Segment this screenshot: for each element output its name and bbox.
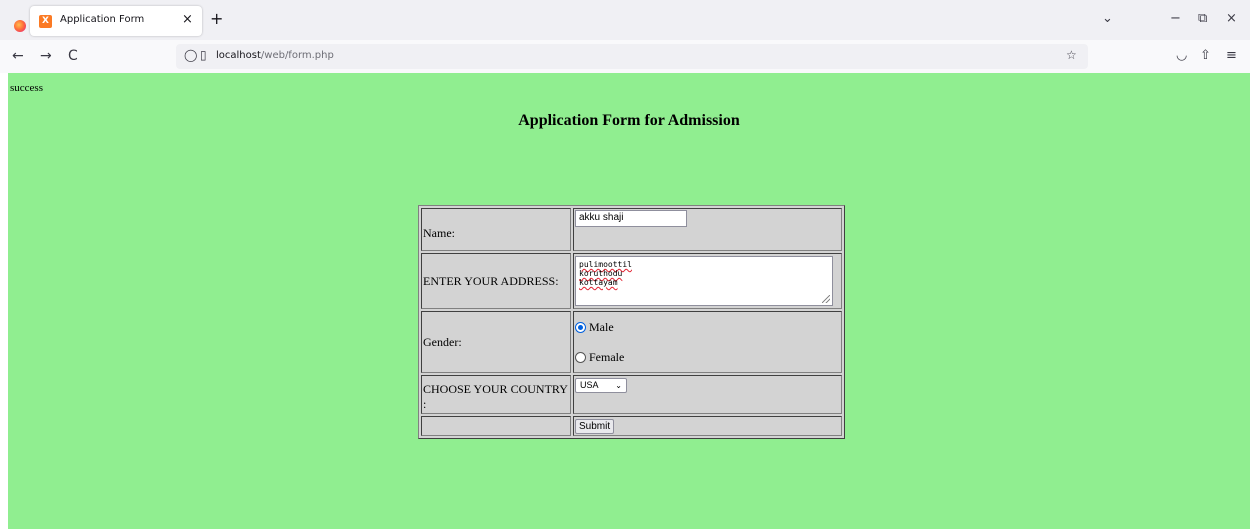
row-country: CHOOSE YOUR COUNTRY : USA ⌄ [421,375,842,414]
tab-title: Application Form [60,14,145,25]
page-title: Application Form for Admission [518,112,740,129]
shield-icon[interactable]: ◯ [184,48,197,62]
radio-male[interactable] [575,321,586,333]
country-cell: USA ⌄ [573,375,842,414]
minimize-icon[interactable]: − [1170,11,1181,26]
chevron-down-icon: ⌄ [615,380,622,390]
address-line: kottayam [579,278,618,287]
address-line: koruthodu [579,269,623,278]
address-cell: pulimoottil koruthodu kottayam [573,253,842,309]
submit-button[interactable]: Submit [575,419,615,434]
admission-form: Name: akku shaji ENTER YOUR ADDRESS: pul… [418,205,845,439]
close-window-icon[interactable]: × [1226,11,1237,26]
radio-female[interactable] [575,351,586,363]
reload-icon[interactable]: C [68,48,78,64]
menu-icon[interactable]: ≡ [1226,48,1237,63]
restore-icon[interactable]: ⧉ [1198,11,1207,26]
gender-label: Gender: [421,311,571,373]
page-body: success Application Form for Admission N… [8,73,1250,529]
url-text[interactable]: localhost/web/form.php [216,50,334,61]
name-cell: akku shaji [573,208,842,251]
extensions-icon[interactable]: ⇧ [1200,48,1211,63]
pocket-icon[interactable]: ◡ [1176,48,1187,63]
radio-female-label: Female [589,349,625,364]
tab-application-form[interactable]: X Application Form × [30,6,202,36]
resize-grip-icon[interactable] [822,295,830,303]
status-text: success [10,82,43,94]
page-info-icon[interactable]: ▯ [200,48,207,62]
row-submit: Submit [421,416,842,436]
radio-option-female[interactable]: Female [575,349,840,365]
gender-cell: Male Female [573,311,842,373]
country-label: CHOOSE YOUR COUNTRY : [421,375,571,414]
tab-list-icon[interactable]: ⌄ [1102,11,1113,26]
url-host: localhost [216,50,261,61]
submit-spacer-cell [421,416,571,436]
firefox-logo-icon [14,20,26,32]
back-icon[interactable]: ← [12,48,24,64]
country-select[interactable]: USA ⌄ [575,377,627,393]
bookmark-star-icon[interactable]: ☆ [1066,48,1077,62]
address-label: ENTER YOUR ADDRESS: [421,253,571,309]
name-input[interactable]: akku shaji [575,210,687,227]
xampp-favicon-icon: X [39,15,52,28]
address-bar[interactable]: ◯ ▯ localhost/web/form.php ☆ [176,44,1088,69]
url-path: /web/form.php [260,50,334,61]
address-line: pulimoottil [579,260,632,269]
address-textarea[interactable]: pulimoottil koruthodu kottayam [575,256,833,306]
tab-close-icon[interactable]: × [182,12,193,27]
name-label: Name: [421,208,571,251]
radio-male-label: Male [589,319,614,334]
row-name: Name: akku shaji [421,208,842,251]
new-tab-icon[interactable]: + [210,9,223,28]
forward-icon[interactable]: → [40,48,52,64]
radio-option-male[interactable]: Male [575,319,840,335]
submit-cell: Submit [573,416,842,436]
tab-bar: X Application Form × + ⌄ − ⧉ × [0,0,1250,40]
nav-bar: ← → C ◯ ▯ localhost/web/form.php ☆ ◡ ⇧ ≡ [0,40,1250,73]
row-address: ENTER YOUR ADDRESS: pulimoottil koruthod… [421,253,842,309]
country-select-value: USA [580,380,599,390]
row-gender: Gender: Male Female [421,311,842,373]
